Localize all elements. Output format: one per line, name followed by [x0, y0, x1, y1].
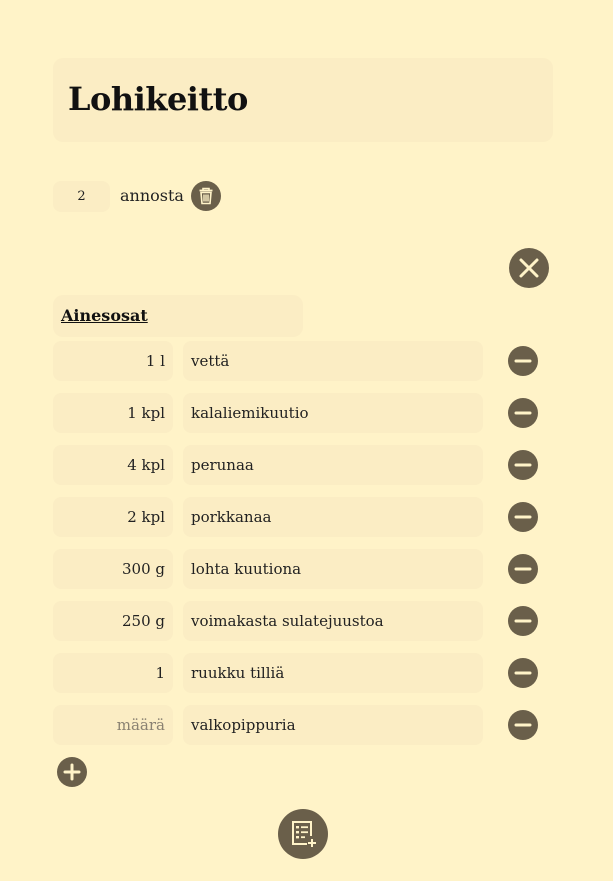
section-title-field[interactable]: Ainesosat [53, 295, 303, 337]
ingredient-name-input[interactable]: valkopippuria [183, 705, 483, 745]
servings-label: annosta [120, 186, 184, 205]
ingredient-name-input[interactable]: porkkanaa [183, 497, 483, 537]
list-add-icon [292, 821, 316, 847]
plus-icon [63, 763, 81, 781]
trash-icon [199, 187, 213, 205]
ingredient-row: 4 kpl perunaa [0, 445, 613, 485]
section-title: Ainesosat [61, 306, 148, 325]
ingredient-row: 300 g lohta kuutiona [0, 549, 613, 589]
remove-ingredient-button[interactable] [508, 606, 538, 636]
ingredient-name-input[interactable]: ruukku tilliä [183, 653, 483, 693]
ingredient-row: 250 g voimakasta sulatejuustoa [0, 601, 613, 641]
delete-recipe-button[interactable] [191, 181, 221, 211]
servings-input[interactable]: 2 [53, 181, 110, 212]
quantity-input[interactable]: 300 g [53, 549, 173, 589]
recipe-title: Lohikeitto [68, 80, 248, 118]
minus-icon [514, 515, 532, 519]
close-section-button[interactable] [509, 248, 549, 288]
title-field[interactable]: Lohikeitto [53, 58, 553, 142]
ingredient-row: 2 kpl porkkanaa [0, 497, 613, 537]
minus-icon [514, 671, 532, 675]
ingredient-name-input[interactable]: kalaliemikuutio [183, 393, 483, 433]
quantity-input[interactable]: määrä [53, 705, 173, 745]
add-section-button[interactable] [278, 809, 328, 859]
minus-icon [514, 463, 532, 467]
quantity-input[interactable]: 4 kpl [53, 445, 173, 485]
ingredient-name-input[interactable]: perunaa [183, 445, 483, 485]
minus-icon [514, 411, 532, 415]
minus-icon [514, 619, 532, 623]
ingredient-name-input[interactable]: vettä [183, 341, 483, 381]
quantity-input[interactable]: 1 [53, 653, 173, 693]
ingredient-name-input[interactable]: lohta kuutiona [183, 549, 483, 589]
remove-ingredient-button[interactable] [508, 398, 538, 428]
ingredient-name-input[interactable]: voimakasta sulatejuustoa [183, 601, 483, 641]
quantity-input[interactable]: 1 kpl [53, 393, 173, 433]
quantity-input[interactable]: 2 kpl [53, 497, 173, 537]
remove-ingredient-button[interactable] [508, 450, 538, 480]
ingredient-row: 1 ruukku tilliä [0, 653, 613, 693]
minus-icon [514, 359, 532, 363]
remove-ingredient-button[interactable] [508, 658, 538, 688]
quantity-input[interactable]: 250 g [53, 601, 173, 641]
remove-ingredient-button[interactable] [508, 710, 538, 740]
remove-ingredient-button[interactable] [508, 554, 538, 584]
remove-ingredient-button[interactable] [508, 502, 538, 532]
add-ingredient-button[interactable] [57, 757, 87, 787]
close-icon [519, 258, 539, 278]
ingredient-row: 1 kpl kalaliemikuutio [0, 393, 613, 433]
minus-icon [514, 567, 532, 571]
ingredient-row: määrä valkopippuria [0, 705, 613, 745]
minus-icon [514, 723, 532, 727]
ingredient-row: 1 l vettä [0, 341, 613, 381]
quantity-input[interactable]: 1 l [53, 341, 173, 381]
remove-ingredient-button[interactable] [508, 346, 538, 376]
